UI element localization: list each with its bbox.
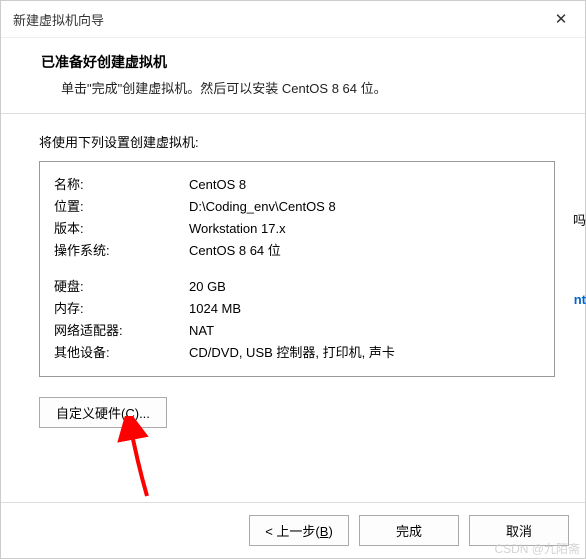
content-area: 将使用下列设置创建虚拟机: 名称: CentOS 8 位置: D:\Coding… (1, 114, 585, 502)
shortcut-key: C (125, 406, 134, 421)
row-val: 20 GB (189, 276, 540, 298)
table-row: 其他设备: CD/DVD, USB 控制器, 打印机, 声卡 (54, 342, 540, 364)
finish-button[interactable]: 完成 (359, 515, 459, 546)
wizard-header: 已准备好创建虚拟机 单击"完成"创建虚拟机。然后可以安装 CentOS 8 64… (1, 38, 585, 114)
footer-buttons: < 上一步(B) 完成 取消 (1, 502, 585, 558)
row-key: 硬盘: (54, 276, 189, 298)
window-title: 新建虚拟机向导 (13, 10, 104, 29)
settings-summary-box: 名称: CentOS 8 位置: D:\Coding_env\CentOS 8 … (39, 161, 555, 377)
titlebar: 新建虚拟机向导 ✕ (1, 1, 585, 38)
btn-text-pre: < 上一步( (265, 524, 320, 539)
row-val: CD/DVD, USB 控制器, 打印机, 声卡 (189, 342, 540, 364)
row-key: 操作系统: (54, 240, 189, 262)
btn-text-post: ) (328, 524, 332, 539)
row-val: CentOS 8 (189, 174, 540, 196)
table-row: 名称: CentOS 8 (54, 174, 540, 196)
row-key: 名称: (54, 174, 189, 196)
table-row: 内存: 1024 MB (54, 298, 540, 320)
table-row: 操作系统: CentOS 8 64 位 (54, 240, 540, 262)
header-title: 已准备好创建虚拟机 (41, 52, 555, 72)
cancel-button[interactable]: 取消 (469, 515, 569, 546)
customize-hardware-button[interactable]: 自定义硬件(C)... (39, 397, 167, 428)
row-key: 版本: (54, 218, 189, 240)
row-val: NAT (189, 320, 540, 342)
table-row: 位置: D:\Coding_env\CentOS 8 (54, 196, 540, 218)
wizard-dialog: 新建虚拟机向导 ✕ 已准备好创建虚拟机 单击"完成"创建虚拟机。然后可以安装 C… (0, 0, 586, 559)
header-subtitle: 单击"完成"创建虚拟机。然后可以安装 CentOS 8 64 位。 (41, 78, 555, 97)
row-key: 内存: (54, 298, 189, 320)
close-icon[interactable]: ✕ (547, 9, 575, 29)
row-key: 网络适配器: (54, 320, 189, 342)
bg-fragment: nt (574, 292, 586, 307)
row-val: CentOS 8 64 位 (189, 240, 540, 262)
row-key: 其他设备: (54, 342, 189, 364)
table-row: 网络适配器: NAT (54, 320, 540, 342)
btn-text-pre: 自定义硬件( (56, 406, 125, 421)
row-val: 1024 MB (189, 298, 540, 320)
back-button[interactable]: < 上一步(B) (249, 515, 349, 546)
table-row: 版本: Workstation 17.x (54, 218, 540, 240)
row-val: D:\Coding_env\CentOS 8 (189, 196, 540, 218)
bg-fragment: 吗 (573, 210, 586, 229)
row-key: 位置: (54, 196, 189, 218)
table-row: 硬盘: 20 GB (54, 276, 540, 298)
settings-intro: 将使用下列设置创建虚拟机: (39, 132, 555, 151)
btn-text-post: )... (135, 406, 150, 421)
row-val: Workstation 17.x (189, 218, 540, 240)
